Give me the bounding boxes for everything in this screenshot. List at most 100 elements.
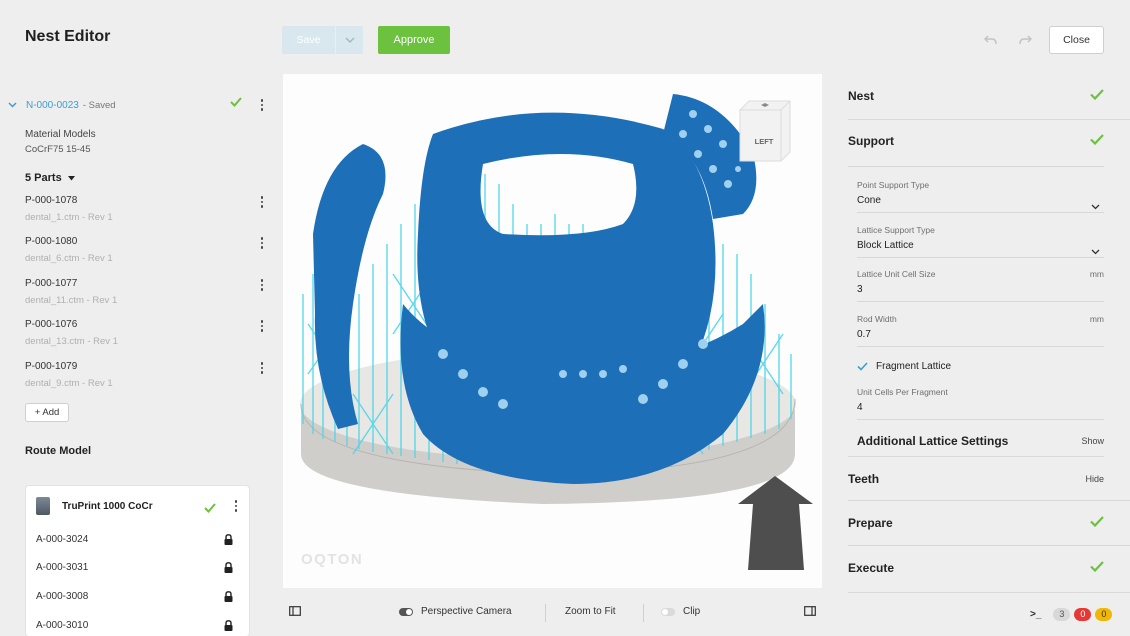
save-options-button[interactable] <box>336 26 363 54</box>
route-model-heading: Route Model <box>25 445 91 457</box>
material-label: Material Models <box>25 129 96 140</box>
cells-per-fragment-label: Unit Cells Per Fragment <box>857 387 948 397</box>
check-icon <box>1090 134 1104 148</box>
watermark: OQTON <box>301 551 363 568</box>
toggle-switch[interactable] <box>399 607 413 616</box>
part-item[interactable]: P-000-1078 dental_1.ctm - Rev 1 <box>25 195 270 225</box>
part-item[interactable]: P-000-1080 dental_6.ctm - Rev 1 <box>25 236 270 266</box>
zoom-to-fit-button[interactable]: Zoom to Fit <box>565 606 616 617</box>
chevron-down-icon[interactable] <box>8 100 20 111</box>
section-teeth[interactable]: Teeth Hide <box>848 472 1104 488</box>
toggle-right-panel-button[interactable] <box>804 606 816 616</box>
part-id: P-000-1077 <box>25 278 78 289</box>
show-link[interactable]: Show <box>1081 436 1104 446</box>
clip-label: Clip <box>683 606 701 617</box>
section-title: Prepare <box>848 516 893 530</box>
machine-name: TruPrint 1000 CoCr <box>62 500 153 512</box>
route-item-label: A-000-3024 <box>36 534 89 545</box>
toggle-switch[interactable] <box>661 607 675 616</box>
fragment-lattice-checkbox[interactable]: Fragment Lattice <box>857 361 951 372</box>
clip-toggle[interactable]: Clip <box>661 606 700 617</box>
view-cube-label: LEFT <box>755 137 774 146</box>
lattice-cell-size-input[interactable]: 3 <box>857 284 863 295</box>
part-menu-icon[interactable] <box>257 236 267 250</box>
nest-id[interactable]: N-000-0023 <box>26 100 79 111</box>
cells-per-fragment-input[interactable]: 4 <box>857 402 863 413</box>
section-execute[interactable]: Execute <box>848 561 1104 577</box>
nest-header[interactable]: N-000-0023 - Saved <box>8 97 270 112</box>
lattice-cell-size-unit: mm <box>1089 269 1104 279</box>
rod-width-label: Rod Width <box>857 314 897 324</box>
part-menu-icon[interactable] <box>257 319 267 333</box>
section-title: Execute <box>848 561 895 575</box>
section-title: Nest <box>848 89 875 103</box>
lock-icon <box>224 562 233 573</box>
part-file: dental_11.ctm - Rev 1 <box>25 295 118 306</box>
part-item[interactable]: P-000-1076 dental_13.ctm - Rev 1 <box>25 319 270 349</box>
check-icon <box>230 97 242 110</box>
hide-link[interactable]: Hide <box>1085 474 1104 484</box>
zoom-to-fit-label: Zoom to Fit <box>565 606 616 617</box>
perspective-camera-toggle[interactable]: Perspective Camera <box>399 606 512 617</box>
parts-dropdown[interactable]: 5 Parts <box>25 172 75 184</box>
part-menu-icon[interactable] <box>257 195 267 209</box>
perspective-camera-label: Perspective Camera <box>421 606 512 617</box>
section-title: Support <box>848 134 894 148</box>
part-menu-icon[interactable] <box>257 361 267 375</box>
info-count-badge[interactable]: 3 <box>1053 607 1071 621</box>
route-item[interactable]: A-000-3031 <box>36 562 241 576</box>
part-id: P-000-1076 <box>25 319 78 330</box>
additional-lattice-settings[interactable]: Additional Lattice Settings Show <box>857 434 1104 450</box>
route-item-label: A-000-3008 <box>36 591 89 602</box>
parts-label: 5 Parts <box>25 172 62 184</box>
section-prepare[interactable]: Prepare <box>848 516 1104 532</box>
undo-button[interactable] <box>977 28 1003 52</box>
warning-count-badge[interactable]: 0 <box>1095 607 1113 621</box>
printer-icon <box>36 497 50 515</box>
console-icon[interactable]: >_ <box>1030 609 1041 620</box>
section-nest[interactable]: Nest <box>848 89 1104 105</box>
save-split-button[interactable]: Save <box>282 26 363 54</box>
redo-button[interactable] <box>1012 28 1038 52</box>
close-button[interactable]: Close <box>1049 26 1104 54</box>
save-button[interactable]: Save <box>282 26 335 54</box>
part-file: dental_6.ctm - Rev 1 <box>25 253 113 264</box>
part-item[interactable]: P-000-1079 dental_9.ctm - Rev 1 <box>25 361 270 391</box>
status-bar[interactable]: >_ 3 0 0 <box>1030 606 1113 622</box>
fragment-lattice-label: Fragment Lattice <box>876 361 952 372</box>
viewport-toolbar: Perspective Camera Zoom to Fit Clip <box>283 600 822 628</box>
checkbox-checked-icon[interactable] <box>857 361 868 372</box>
view-cube[interactable]: LEFT <box>739 100 791 167</box>
panel-left-icon <box>289 606 301 616</box>
section-support[interactable]: Support <box>848 134 1104 150</box>
add-part-button[interactable]: + Add <box>25 403 69 422</box>
lattice-support-type-select[interactable]: Block Lattice <box>857 240 914 251</box>
rod-width-input[interactable]: 0.7 <box>857 329 871 340</box>
route-item[interactable]: A-000-3024 <box>36 534 241 548</box>
section-title: Additional Lattice Settings <box>857 434 1009 448</box>
chevron-down-icon <box>345 37 354 43</box>
error-count-badge[interactable]: 0 <box>1074 607 1092 621</box>
check-icon <box>1090 89 1104 103</box>
route-item-label: A-000-3031 <box>36 562 89 573</box>
toggle-left-panel-button[interactable] <box>289 606 301 616</box>
route-item[interactable]: A-000-3010 <box>36 620 241 634</box>
check-icon <box>1090 516 1104 530</box>
lattice-support-type-label: Lattice Support Type <box>857 225 935 235</box>
lock-icon <box>224 534 233 545</box>
page-title: Nest Editor <box>25 28 111 45</box>
route-item[interactable]: A-000-3008 <box>36 591 241 605</box>
rod-width-unit: mm <box>1089 314 1104 324</box>
point-support-type-select[interactable]: Cone <box>857 195 881 206</box>
check-icon <box>1090 561 1104 575</box>
machine-menu-icon[interactable] <box>231 499 241 513</box>
part-item[interactable]: P-000-1077 dental_11.ctm - Rev 1 <box>25 278 270 308</box>
caret-down-icon <box>67 175 75 181</box>
material-value: CoCrF75 15-45 <box>25 144 91 155</box>
part-menu-icon[interactable] <box>257 278 267 292</box>
part-file: dental_13.ctm - Rev 1 <box>25 336 118 347</box>
machine-row[interactable]: TruPrint 1000 CoCr <box>36 496 241 516</box>
nest-menu-icon[interactable] <box>257 98 267 112</box>
approve-button[interactable]: Approve <box>378 26 450 54</box>
part-id: P-000-1079 <box>25 361 78 372</box>
